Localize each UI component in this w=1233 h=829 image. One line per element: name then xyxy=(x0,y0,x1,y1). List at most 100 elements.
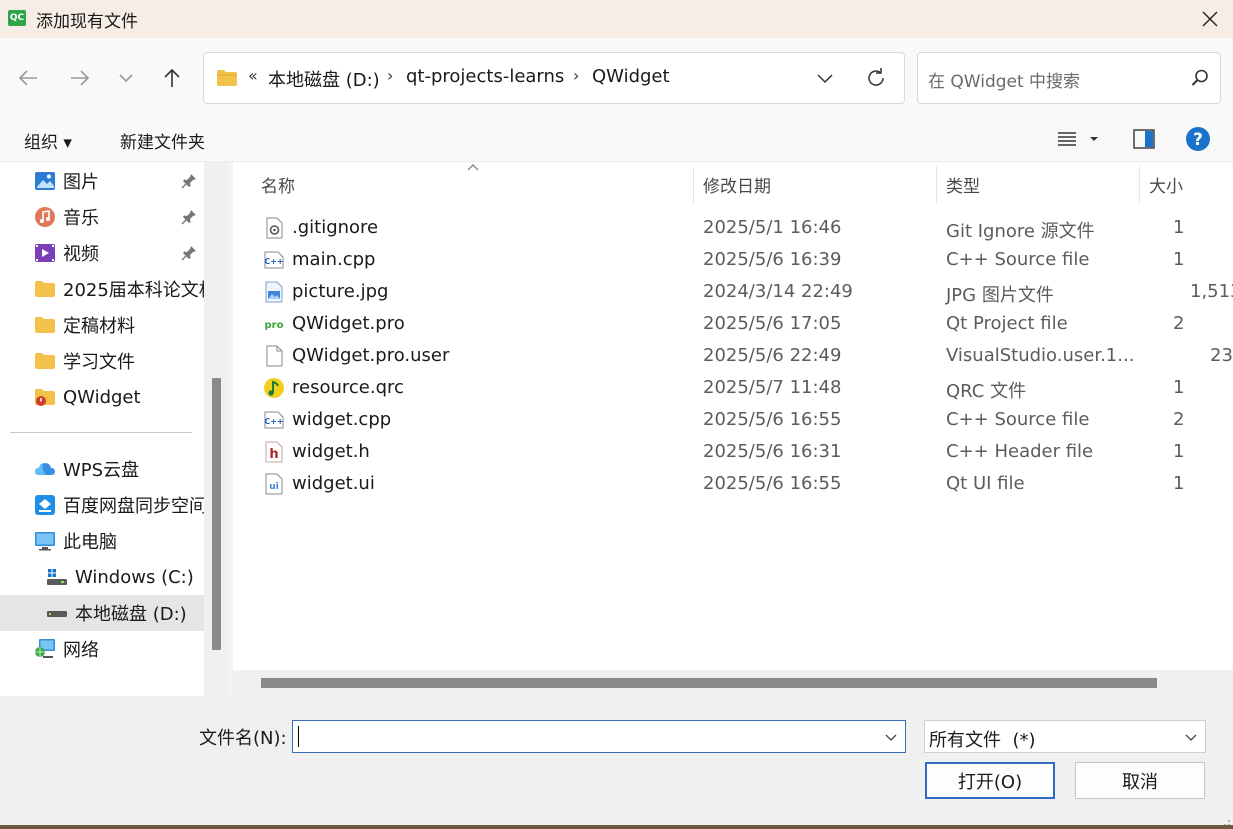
sidebar-item-thesis-folder[interactable]: 2025届本科论文相关 xyxy=(0,271,228,307)
file-modified: 2025/5/6 16:55 xyxy=(703,473,842,494)
drive-d-icon xyxy=(47,611,67,617)
sidebar-item-drive-d[interactable]: 本地磁盘 (D:) xyxy=(0,595,204,631)
file-row[interactable]: C++ main.cpp 2025/5/6 16:39 C++ Source f… xyxy=(253,244,1233,276)
sidebar-item-qwidget[interactable]: QWidget xyxy=(0,379,204,415)
search-placeholder[interactable]: 在 QWidget 中搜索 xyxy=(928,67,1080,92)
file-size: 1 xyxy=(1173,441,1185,462)
breadcrumb-overflow[interactable]: « xyxy=(248,66,258,85)
qrc-file-icon xyxy=(264,378,284,398)
file-type: QRC 文件 xyxy=(946,381,1027,402)
column-header-name[interactable]: 名称 xyxy=(261,172,295,197)
sidebar-item-final-docs[interactable]: 定稿材料 xyxy=(0,307,204,343)
breadcrumb-qwidget[interactable]: QWidget xyxy=(592,66,670,87)
breadcrumb-separator[interactable]: › xyxy=(387,66,393,85)
refresh-icon[interactable] xyxy=(864,66,888,90)
file-type-value: 所有文件 (*) xyxy=(929,730,1036,751)
gitignore-file-icon xyxy=(266,217,283,239)
breadcrumb-separator[interactable]: › xyxy=(573,66,579,85)
help-button[interactable]: ? xyxy=(1185,126,1211,152)
file-row[interactable]: pro QWidget.pro 2025/5/6 17:05 Qt Projec… xyxy=(253,308,1233,340)
filename-input[interactable] xyxy=(292,720,906,753)
help-icon: ? xyxy=(1186,127,1210,151)
file-type: C++ Source file xyxy=(946,249,1090,270)
forward-button[interactable] xyxy=(64,62,96,94)
organize-menu[interactable]: 组织 ▾ xyxy=(24,128,72,153)
ui-file-icon: ui xyxy=(265,473,283,495)
sidebar-item-study-files[interactable]: 学习文件 xyxy=(0,343,204,379)
search-box[interactable]: 在 QWidget 中搜索 xyxy=(917,52,1221,104)
address-bar[interactable]: « 本地磁盘 (D:) › qt-projects-learns › QWidg… xyxy=(203,52,905,104)
sidebar-item-label: 音乐 xyxy=(63,208,99,229)
chevron-down-icon[interactable] xyxy=(1183,729,1199,745)
file-modified: 2025/5/7 11:48 xyxy=(703,377,842,398)
back-button[interactable] xyxy=(12,62,44,94)
column-divider[interactable] xyxy=(1139,166,1140,204)
sidebar-item-baidu-sync[interactable]: 百度网盘同步空间 xyxy=(0,487,207,523)
file-row[interactable]: picture.jpg 2024/3/14 22:49 JPG 图片文件 1,5… xyxy=(253,276,1233,308)
video-icon xyxy=(35,244,55,262)
sidebar-item-music[interactable]: 音乐 xyxy=(0,199,204,235)
caret-down-icon xyxy=(1090,137,1098,141)
column-header-size[interactable]: 大小 xyxy=(1149,172,1183,197)
close-button[interactable] xyxy=(1187,0,1233,38)
svg-text:pro: pro xyxy=(265,320,284,331)
view-dropdown[interactable] xyxy=(1084,126,1104,152)
new-folder-button[interactable]: 新建文件夹 xyxy=(120,128,205,153)
folder-icon xyxy=(35,317,55,333)
sidebar-item-label: 学习文件 xyxy=(63,352,135,373)
sidebar-item-label: 定稿材料 xyxy=(63,316,135,337)
sidebar-divider xyxy=(10,432,192,433)
column-header-type[interactable]: 类型 xyxy=(946,172,980,197)
file-row[interactable]: resource.qrc 2025/5/7 11:48 QRC 文件 1 xyxy=(253,372,1233,404)
column-divider[interactable] xyxy=(693,166,694,204)
sidebar-item-this-pc[interactable]: 此电脑 xyxy=(0,523,204,559)
sidebar-item-videos[interactable]: 视频 xyxy=(0,235,204,271)
cancel-button[interactable]: 取消 xyxy=(1075,762,1205,799)
up-button[interactable] xyxy=(156,62,188,94)
qt-creator-logo-icon: QC xyxy=(8,10,26,26)
file-modified: 2025/5/6 16:31 xyxy=(703,441,842,462)
file-row[interactable]: .gitignore 2025/5/1 16:46 Git Ignore 源文件… xyxy=(253,212,1233,244)
file-row[interactable]: h widget.h 2025/5/6 16:31 C++ Header fil… xyxy=(253,436,1233,468)
pin-icon[interactable] xyxy=(180,172,198,190)
sidebar-item-label: QWidget xyxy=(63,386,141,408)
desktop-background-strip xyxy=(0,825,1233,829)
sidebar-item-network[interactable]: 网络 xyxy=(0,631,204,667)
file-type: JPG 图片文件 xyxy=(946,285,1054,306)
sidebar-scrollbar-thumb[interactable] xyxy=(212,378,221,650)
preview-pane-button[interactable] xyxy=(1131,126,1157,152)
open-button[interactable]: 打开(O) xyxy=(925,762,1055,799)
file-size: 23 xyxy=(1210,345,1233,366)
file-list-scrollbar-thumb[interactable] xyxy=(261,678,1157,688)
recent-locations-button[interactable] xyxy=(110,62,142,94)
window-title: 添加现有文件 xyxy=(36,12,138,32)
file-size: 1 xyxy=(1173,377,1185,398)
file-name: widget.h xyxy=(292,441,370,462)
file-type: Qt UI file xyxy=(946,473,1025,494)
chevron-down-icon[interactable] xyxy=(883,729,899,745)
pin-icon[interactable] xyxy=(180,244,198,262)
breadcrumb-qt-projects[interactable]: qt-projects-learns xyxy=(406,66,564,87)
breadcrumb-drive-d[interactable]: 本地磁盘 (D:) xyxy=(268,66,380,92)
filename-label: 文件名(N): xyxy=(199,728,287,749)
chevron-down-icon[interactable] xyxy=(814,67,836,89)
file-row[interactable]: QWidget.pro.user 2025/5/6 22:49 VisualSt… xyxy=(253,340,1233,372)
list-view-icon xyxy=(1058,132,1076,146)
sidebar-item-pictures[interactable]: 图片 xyxy=(0,163,204,199)
file-row[interactable]: C++ widget.cpp 2025/5/6 16:55 C++ Source… xyxy=(253,404,1233,436)
file-row[interactable]: ui widget.ui 2025/5/6 16:55 Qt UI file 1 xyxy=(253,468,1233,500)
pin-icon[interactable] xyxy=(180,208,198,226)
sidebar-item-wps-cloud[interactable]: WPS云盘 xyxy=(0,451,204,487)
sidebar-item-label: 本地磁盘 (D:) xyxy=(75,604,187,625)
file-size: 2 xyxy=(1173,313,1185,334)
sidebar-item-drive-c[interactable]: Windows (C:) xyxy=(0,559,204,595)
view-options-button[interactable] xyxy=(1054,126,1080,152)
file-type-select[interactable]: 所有文件 (*) xyxy=(924,720,1206,753)
sort-ascending-icon xyxy=(467,164,479,171)
column-divider[interactable] xyxy=(936,166,937,204)
cpp-file-icon: C++ xyxy=(264,251,284,269)
search-icon[interactable] xyxy=(1190,68,1210,88)
this-pc-icon xyxy=(35,532,55,551)
network-icon xyxy=(35,639,55,658)
column-header-modified[interactable]: 修改日期 xyxy=(703,172,771,197)
